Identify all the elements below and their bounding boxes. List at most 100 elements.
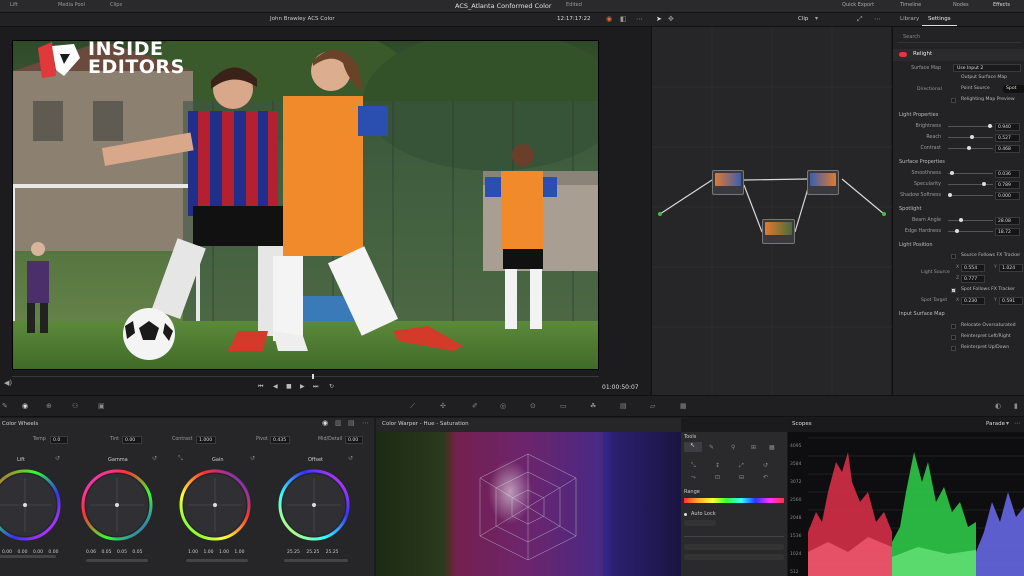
- shadow-softness-value[interactable]: 0.000: [995, 191, 1020, 200]
- gain-master-slider[interactable]: [186, 559, 248, 562]
- go-to-start-icon[interactable]: ⏮: [258, 383, 263, 391]
- tool-undo-icon[interactable]: ↶: [763, 474, 768, 481]
- range-slider-2[interactable]: [684, 554, 784, 560]
- reset-icon[interactable]: ↺: [152, 455, 157, 462]
- gamma-r-value[interactable]: 0.05: [101, 550, 111, 555]
- pivot-value[interactable]: 0.435: [270, 436, 290, 444]
- pointer-icon[interactable]: ➤: [656, 15, 662, 23]
- light-source-z[interactable]: 0.777: [961, 275, 985, 283]
- tool-reset-icon[interactable]: ↺: [763, 462, 768, 469]
- auto-lock-radio[interactable]: [684, 513, 687, 516]
- timeline-button[interactable]: Timeline: [900, 2, 921, 8]
- gain-wheel[interactable]: [178, 468, 252, 542]
- tab-library[interactable]: Library: [900, 16, 919, 22]
- reset-icon[interactable]: ↺: [250, 455, 255, 462]
- spot-follows-checkbox[interactable]: ✓: [951, 288, 956, 293]
- go-to-end-icon[interactable]: ⏭: [313, 383, 318, 391]
- lift-y-value[interactable]: 0.00: [2, 550, 12, 555]
- lift-master-slider[interactable]: [0, 555, 56, 558]
- reinterpret-lr-checkbox[interactable]: [951, 335, 956, 340]
- scope-mode-select[interactable]: Parade: [986, 421, 1005, 427]
- hdr-icon[interactable]: ⚇: [72, 403, 78, 410]
- bars-mode-icon[interactable]: ▥: [335, 420, 342, 427]
- source-follows-checkbox[interactable]: [951, 254, 956, 259]
- split-icon[interactable]: ◧: [620, 15, 627, 23]
- log-mode-icon[interactable]: ▤: [348, 420, 355, 427]
- lift-g-value[interactable]: 0.00: [33, 550, 43, 555]
- tool-grid2-icon[interactable]: ▦: [769, 444, 775, 451]
- offset-master-slider[interactable]: [284, 559, 348, 562]
- middetail-value[interactable]: 0.00: [345, 436, 363, 444]
- shadow-softness-slider[interactable]: [948, 195, 993, 196]
- tool-rotate-icon[interactable]: ↕: [715, 462, 720, 469]
- relocate-checkbox[interactable]: [951, 324, 956, 329]
- gain-g-value[interactable]: 1.00: [219, 550, 229, 555]
- search-box[interactable]: Search: [897, 32, 1021, 43]
- offset-wheel[interactable]: [277, 468, 351, 542]
- pick-icon[interactable]: ⤡: [178, 455, 183, 462]
- color-match-icon[interactable]: ◉: [22, 403, 28, 410]
- edge-hardness-value[interactable]: 18.72: [995, 227, 1020, 236]
- tab-media-pool[interactable]: Media Pool: [58, 2, 85, 8]
- primaries-icon[interactable]: ⊕: [46, 403, 52, 410]
- audio-icon[interactable]: ◀): [4, 379, 12, 387]
- specularity-knob[interactable]: [982, 182, 986, 186]
- play-icon[interactable]: ▶: [300, 383, 305, 390]
- smoothness-slider[interactable]: [948, 173, 993, 174]
- contrast-value[interactable]: 1.000: [196, 436, 216, 444]
- offset-b-value[interactable]: 25.25: [326, 550, 339, 555]
- step-back-icon[interactable]: ◀: [273, 383, 278, 390]
- loop-icon[interactable]: ↻: [329, 383, 334, 390]
- qualifier-icon[interactable]: ✐: [472, 403, 478, 410]
- light-source-y[interactable]: 1.024: [999, 264, 1023, 272]
- contrast-knob[interactable]: [967, 146, 971, 150]
- eye-icon[interactable]: ◐: [995, 403, 1001, 410]
- tool-expand-icon[interactable]: ⤢: [739, 462, 744, 469]
- temp-value[interactable]: 0.0: [50, 436, 68, 444]
- point-source-option[interactable]: Point Source: [961, 86, 990, 91]
- relight-preview-checkbox[interactable]: [951, 98, 956, 103]
- nodes-button[interactable]: Nodes: [953, 2, 969, 8]
- reach-value[interactable]: 0.527: [995, 133, 1020, 142]
- 3d-icon[interactable]: ▦: [680, 403, 687, 410]
- surface-map-select[interactable]: Use Input 2: [953, 64, 1021, 72]
- brightness-knob[interactable]: [988, 124, 992, 128]
- light-position-header[interactable]: Light Position: [899, 242, 933, 248]
- tool-unlock-icon[interactable]: ⊟: [739, 474, 744, 481]
- reset-icon[interactable]: ↺: [55, 455, 60, 462]
- shadow-softness-knob[interactable]: [948, 193, 952, 197]
- tab-lift[interactable]: Lift: [10, 2, 18, 8]
- offset-r-value[interactable]: 25.25: [287, 550, 300, 555]
- brightness-value[interactable]: 0.940: [995, 122, 1020, 131]
- tool-link-icon[interactable]: ⤳: [691, 474, 696, 481]
- hand-icon[interactable]: ✥: [668, 15, 674, 23]
- sizing-icon[interactable]: ▱: [650, 403, 655, 410]
- tool-pin-icon[interactable]: ⚲: [731, 444, 735, 451]
- wheels-mode-icon[interactable]: ◉: [322, 420, 328, 427]
- scopes-toggle-icon[interactable]: ▮: [1014, 403, 1018, 410]
- warper-icon[interactable]: ✣: [440, 403, 446, 410]
- lut-label[interactable]: John Brawley ACS Color: [270, 16, 335, 22]
- clip-dropdown[interactable]: Clip: [798, 16, 808, 22]
- rgb-mixer-icon[interactable]: ▣: [98, 403, 105, 410]
- warper-canvas[interactable]: [376, 432, 681, 576]
- smoothness-value[interactable]: 0.036: [995, 169, 1020, 178]
- reset-icon[interactable]: ↺: [348, 455, 353, 462]
- brightness-slider[interactable]: [948, 126, 993, 127]
- key-icon[interactable]: ▤: [620, 403, 627, 410]
- surface-properties-header[interactable]: Surface Properties: [899, 159, 945, 165]
- tracker-icon[interactable]: ⊙: [530, 403, 536, 410]
- gamma-wheel[interactable]: [80, 468, 154, 542]
- tool-grid-icon[interactable]: ⊞: [751, 444, 756, 451]
- more-icon[interactable]: ⋯: [1014, 420, 1020, 427]
- highlight-icon[interactable]: ◉: [606, 15, 612, 23]
- reach-knob[interactable]: [970, 135, 974, 139]
- curves-icon[interactable]: ⟋: [410, 403, 415, 410]
- gamma-b-value[interactable]: 0.05: [132, 550, 142, 555]
- gamma-master-slider[interactable]: [86, 559, 148, 562]
- spotlight-header[interactable]: Spotlight: [899, 206, 921, 212]
- offset-g-value[interactable]: 25.25: [306, 550, 319, 555]
- quick-export-button[interactable]: Quick Export: [842, 2, 874, 8]
- stop-icon[interactable]: ■: [286, 383, 292, 390]
- edge-hardness-knob[interactable]: [955, 229, 959, 233]
